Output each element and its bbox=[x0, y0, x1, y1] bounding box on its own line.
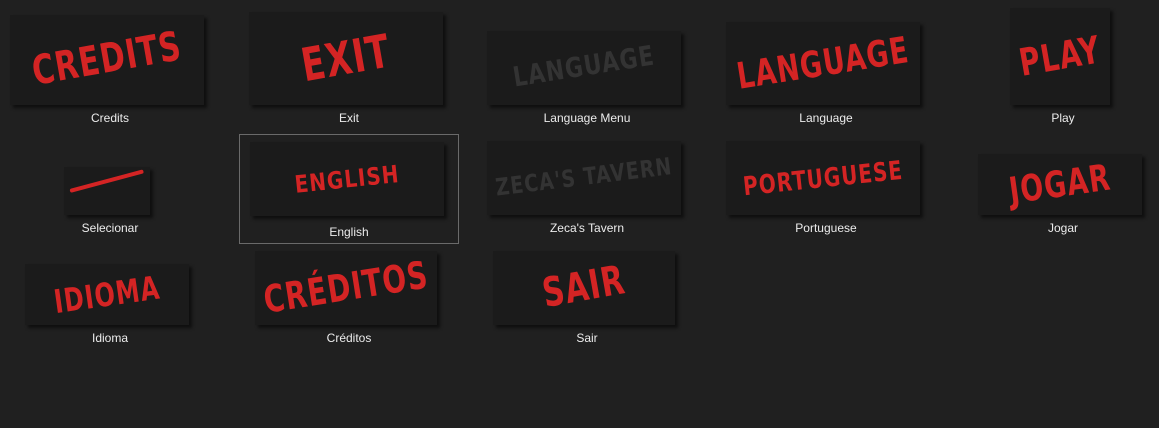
asset-thumbnail bbox=[64, 167, 150, 215]
asset-language[interactable]: LANGUAGE Language bbox=[716, 0, 936, 125]
asset-idioma[interactable]: IDIOMA Idioma bbox=[0, 220, 220, 345]
asset-thumbnail: IDIOMA bbox=[25, 264, 189, 325]
asset-label: Portuguese bbox=[795, 221, 857, 235]
asset-thumbnail: PLAY bbox=[1010, 8, 1110, 105]
thumbnail-text: ENGLISH bbox=[293, 159, 401, 199]
asset-selecionar[interactable]: Selecionar bbox=[0, 110, 220, 235]
asset-label: Créditos bbox=[326, 331, 372, 345]
thumbnail-text: IDIOMA bbox=[51, 268, 163, 321]
asset-thumbnail: LANGUAGE bbox=[487, 31, 681, 105]
asset-thumbnail: ZECA'S TAVERN bbox=[487, 141, 681, 215]
asset-creditos[interactable]: CRÉDITOS Créditos bbox=[239, 220, 459, 345]
asset-label: Sair bbox=[576, 331, 598, 345]
thumbnail-text: EXIT bbox=[297, 24, 395, 93]
thumbnail-text: CRÉDITOS bbox=[260, 252, 432, 323]
asset-exit[interactable]: EXIT Exit bbox=[239, 0, 459, 125]
thumbnail-text: ZECA'S TAVERN bbox=[494, 152, 674, 202]
thumbnail-text: SAIR bbox=[538, 256, 629, 318]
thumbnail-text: PORTUGUESE bbox=[741, 154, 905, 202]
asset-credits[interactable]: CREDITS Credits bbox=[0, 0, 220, 125]
asset-thumbnail: CREDITS bbox=[10, 15, 204, 105]
asset-language-menu[interactable]: LANGUAGE Language Menu bbox=[477, 0, 697, 125]
thumbnail-text: CREDITS bbox=[28, 22, 186, 96]
asset-thumbnail: LANGUAGE bbox=[726, 22, 920, 105]
asset-thumbnail: PORTUGUESE bbox=[726, 141, 920, 215]
asset-label: Idioma bbox=[91, 331, 129, 345]
asset-label: Jogar bbox=[1047, 221, 1079, 235]
thumbnail-text: LANGUAGE bbox=[510, 40, 657, 94]
thumbnail-text: LANGUAGE bbox=[734, 29, 912, 98]
asset-browser: { "colors": { "background": "#202020", "… bbox=[0, 0, 1159, 428]
asset-portuguese[interactable]: PORTUGUESE Portuguese bbox=[716, 110, 936, 235]
asset-jogar[interactable]: JOGAR Jogar bbox=[953, 110, 1159, 235]
asset-thumbnail: EXIT bbox=[249, 12, 443, 105]
asset-label: Exit bbox=[338, 111, 359, 125]
asset-sair[interactable]: SAIR Sair bbox=[477, 220, 697, 345]
asset-play[interactable]: PLAY Play bbox=[953, 0, 1159, 125]
slash-line-graphic bbox=[69, 169, 144, 193]
asset-thumbnail: JOGAR bbox=[978, 154, 1142, 215]
thumbnail-text: PLAY bbox=[1015, 26, 1104, 85]
thumbnail-text: JOGAR bbox=[1006, 156, 1114, 213]
asset-thumbnail: CRÉDITOS bbox=[255, 251, 437, 325]
asset-thumbnail: ENGLISH bbox=[250, 142, 444, 216]
asset-thumbnail: SAIR bbox=[493, 251, 675, 325]
asset-zecas-tavern[interactable]: ZECA'S TAVERN Zeca's Tavern bbox=[477, 110, 697, 235]
